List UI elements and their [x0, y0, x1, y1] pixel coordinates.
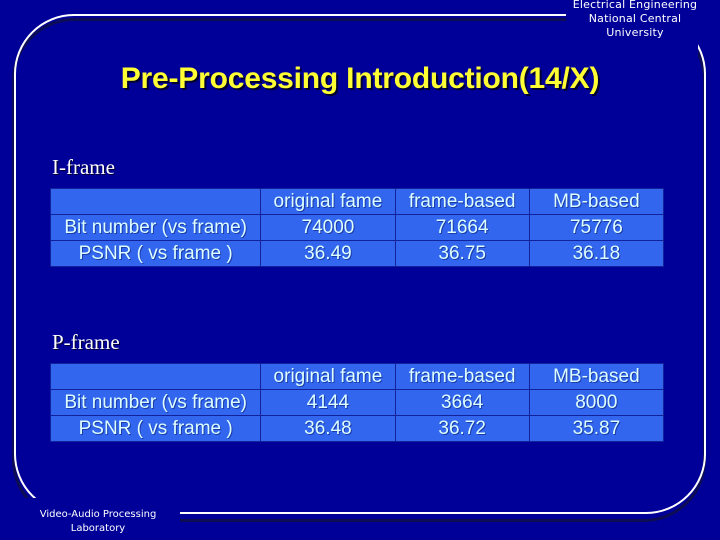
table-row: PSNR ( vs frame ) 36.49 36.75 36.18	[49, 240, 665, 267]
cell-psnr-mb-based: 35.87	[528, 415, 665, 442]
column-header-original-fame: original fame	[260, 363, 396, 390]
institution-line-1: Electrical Engineering	[572, 0, 698, 11]
row-label-psnr: PSNR ( vs frame )	[49, 415, 262, 442]
iframe-results-table: original fame frame-based MB-based Bit n…	[49, 188, 665, 267]
corner-cell	[49, 363, 262, 390]
cell-psnr-original-fame: 36.49	[260, 240, 396, 267]
cell-bit-number-frame-based: 3664	[394, 389, 530, 416]
row-label-bit-number: Bit number (vs frame)	[49, 214, 262, 241]
institution-line-2: National Central	[588, 12, 682, 25]
column-header-mb-based: MB-based	[528, 363, 665, 390]
cell-bit-number-mb-based: 8000	[528, 389, 665, 416]
lab-footer-line-2: Laboratory	[70, 523, 126, 534]
cell-bit-number-frame-based: 71664	[394, 214, 530, 241]
cell-bit-number-mb-based: 75776	[528, 214, 665, 241]
pframe-results-table: original fame frame-based MB-based Bit n…	[49, 363, 665, 442]
row-label-psnr: PSNR ( vs frame )	[49, 240, 262, 267]
column-header-frame-based: frame-based	[394, 188, 530, 215]
institution-header: Electrical Engineering National Central …	[560, 0, 710, 40]
institution-line-3: University	[606, 26, 664, 39]
row-label-bit-number: Bit number (vs frame)	[49, 389, 262, 416]
cell-psnr-mb-based: 36.18	[528, 240, 665, 267]
cell-psnr-original-fame: 36.48	[260, 415, 396, 442]
lab-footer: Video-Audio Processing Laboratory	[18, 508, 178, 536]
section-label-pframe: P-frame	[52, 330, 120, 354]
table-header-row: original fame frame-based MB-based	[49, 363, 665, 390]
corner-cell	[49, 188, 262, 215]
column-header-frame-based: frame-based	[394, 363, 530, 390]
table-header-row: original fame frame-based MB-based	[49, 188, 665, 215]
cell-bit-number-original-fame: 4144	[260, 389, 396, 416]
column-header-original-fame: original fame	[260, 188, 396, 215]
page-title: Pre-Processing Introduction(14/X)	[120, 62, 600, 95]
column-header-mb-based: MB-based	[528, 188, 665, 215]
table-row: Bit number (vs frame) 4144 3664 8000	[49, 389, 665, 416]
cell-psnr-frame-based: 36.75	[394, 240, 530, 267]
section-label-iframe: I-frame	[52, 155, 115, 179]
cell-psnr-frame-based: 36.72	[394, 415, 530, 442]
cell-bit-number-original-fame: 74000	[260, 214, 396, 241]
table-row: Bit number (vs frame) 74000 71664 75776	[49, 214, 665, 241]
table-row: PSNR ( vs frame ) 36.48 36.72 35.87	[49, 415, 665, 442]
slide: Electrical Engineering National Central …	[0, 0, 720, 540]
lab-footer-line-1: Video-Audio Processing	[39, 509, 157, 520]
